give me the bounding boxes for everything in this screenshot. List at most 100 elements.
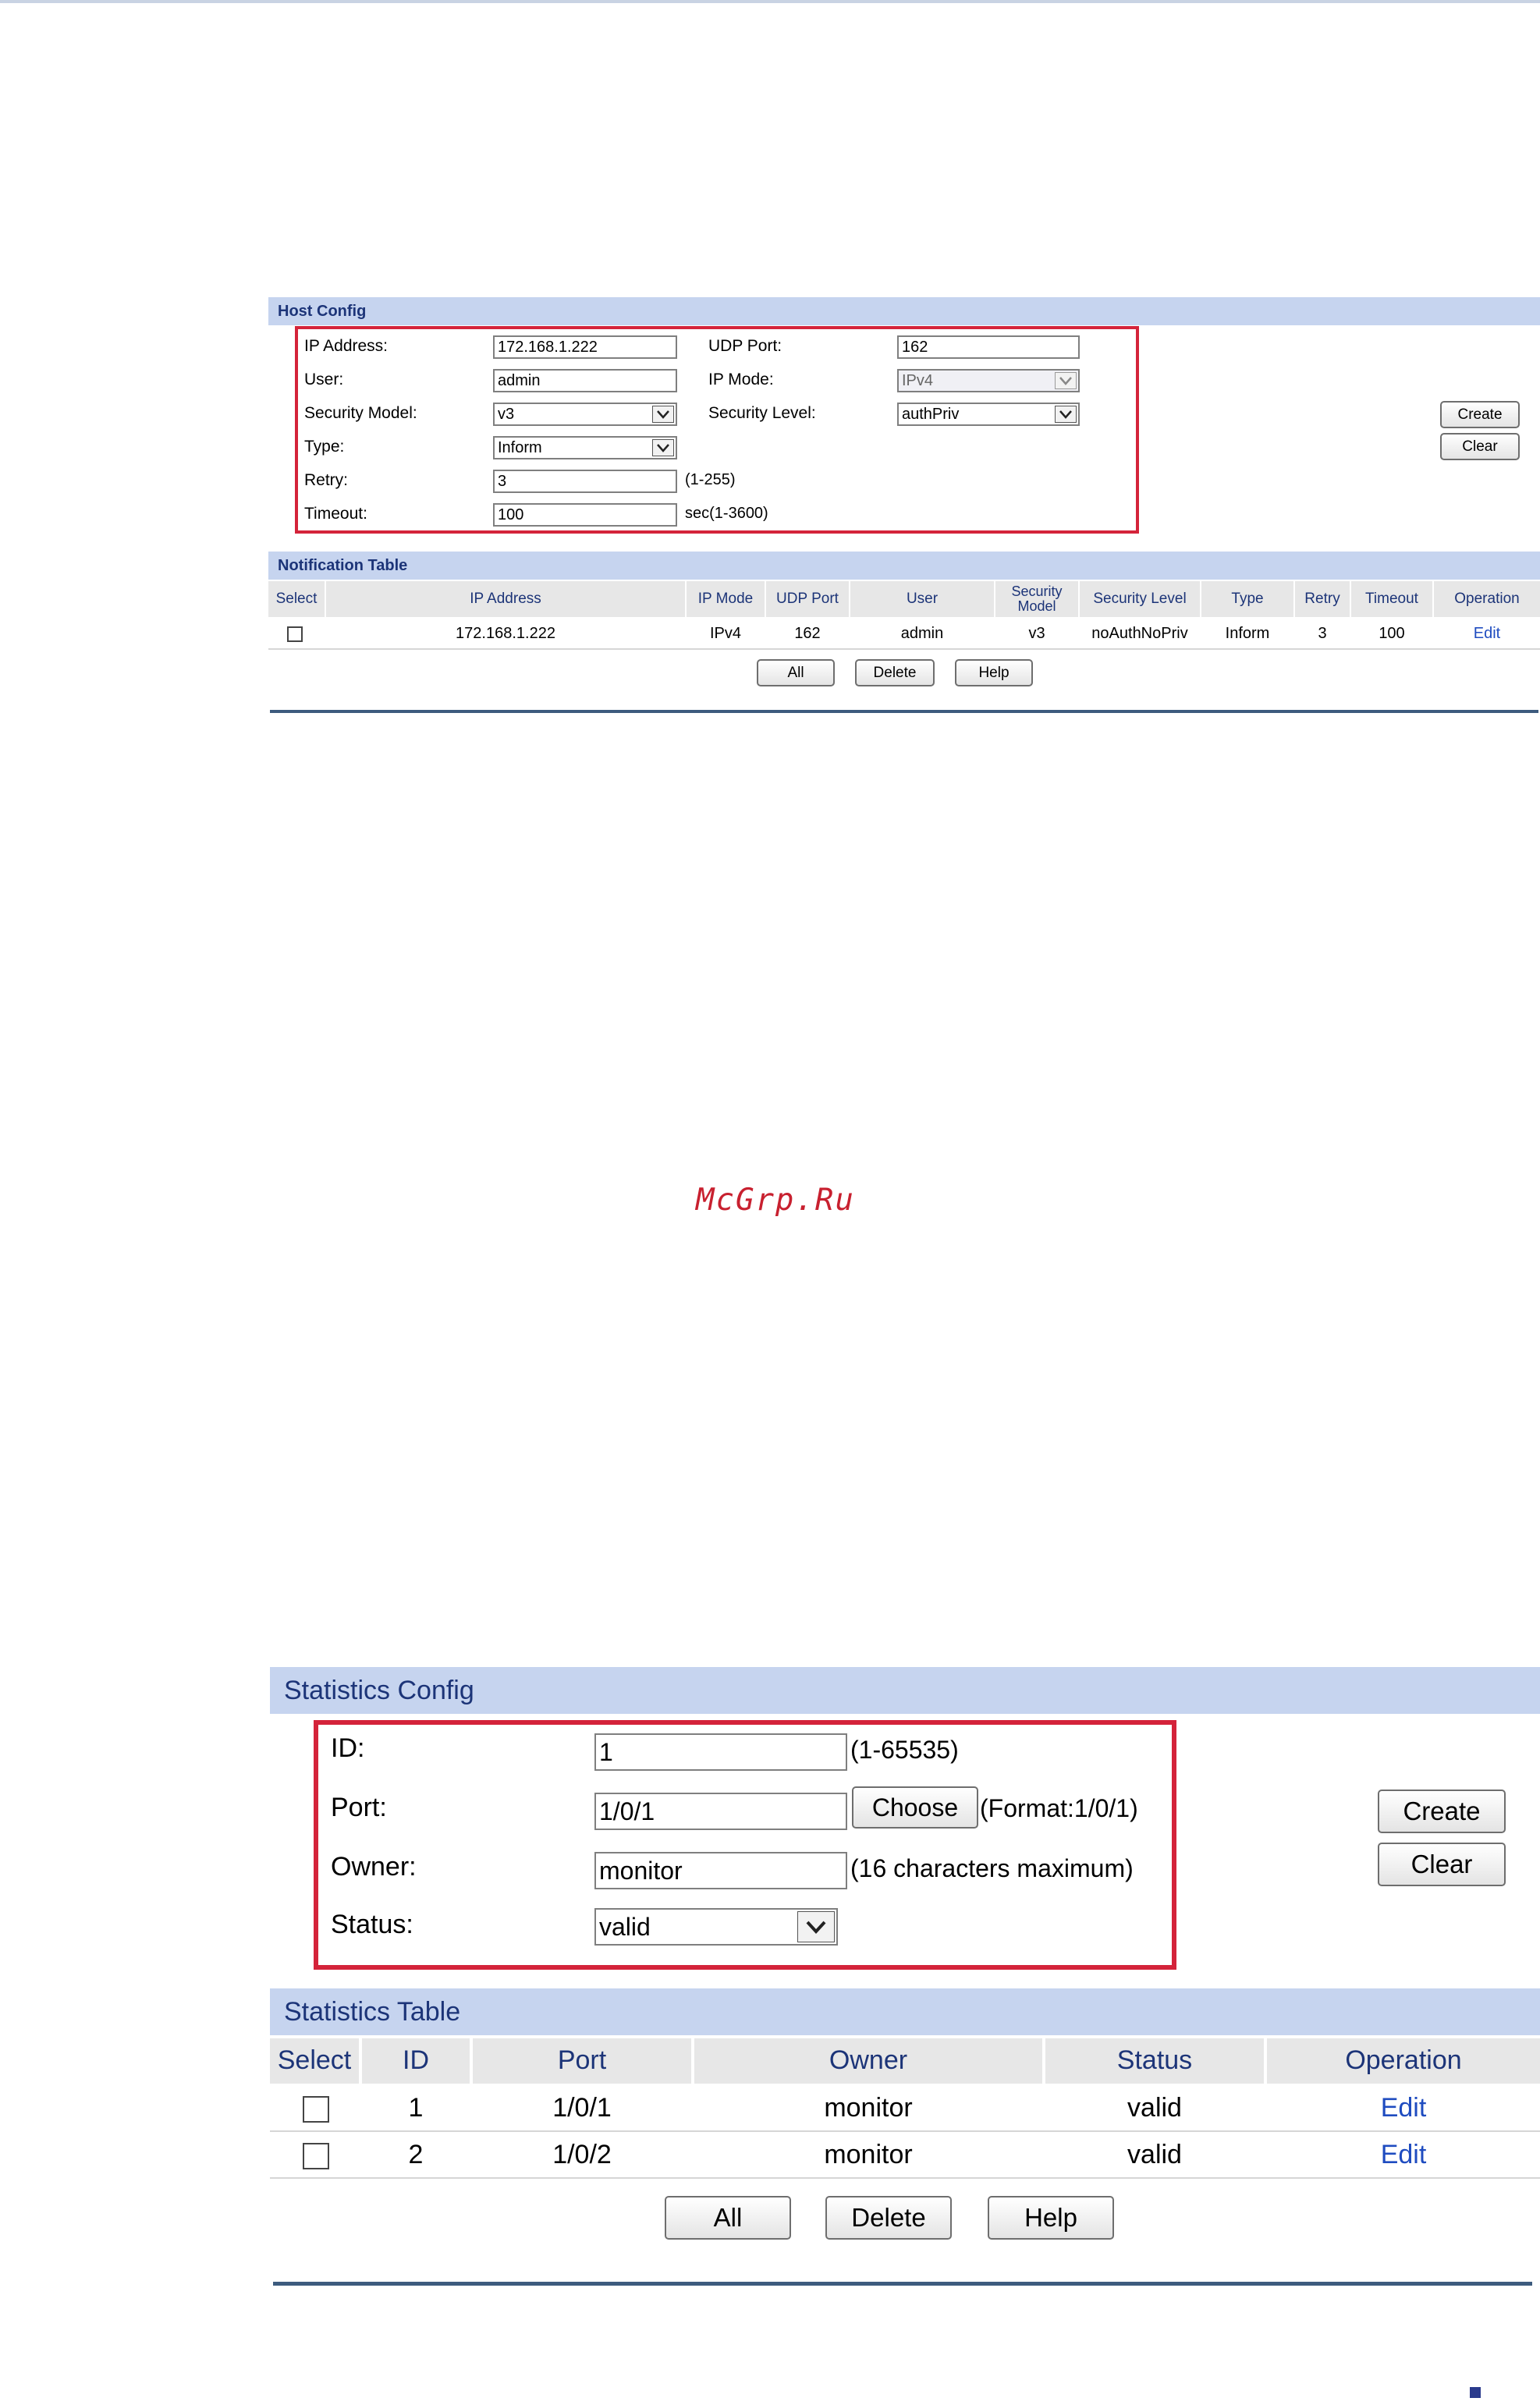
col-security-level: Security Level [1080,581,1200,617]
row-select-checkbox[interactable] [303,2096,329,2123]
retry-input[interactable]: 3 [493,470,677,493]
ip-address-value: 172.168.1.222 [498,338,598,356]
udp-port-input[interactable]: 162 [897,335,1080,359]
owner-label: Owner: [331,1852,417,1882]
section-bottom-rule [270,710,1538,713]
col-id: ID [362,2038,470,2084]
row-id: 1 [408,2092,424,2123]
retry-value: 3 [498,472,507,490]
col-owner: Owner [694,2038,1042,2084]
row-divider [268,648,1540,650]
owner-value: monitor [599,1856,683,1885]
row-status: valid [1127,2092,1182,2123]
row-edit-link[interactable]: Edit [1434,619,1540,648]
ip-mode-label: IP Mode: [708,371,774,388]
col-ip-address: IP Address [326,581,685,617]
ip-mode-select[interactable]: IPv4 [897,369,1080,392]
owner-input[interactable]: monitor [594,1852,847,1889]
row-ip-address: 172.168.1.222 [456,624,555,642]
security-level-select[interactable]: authPriv [897,403,1080,426]
table-row: 172.168.1.222 IPv4 162 admin v3 noAuthNo… [268,619,1540,648]
row-security-model: v3 [1028,624,1045,642]
col-retry: Retry [1295,581,1350,617]
port-hint: (Format:1/0/1) [980,1794,1138,1822]
choose-port-button[interactable]: Choose [852,1786,978,1829]
id-hint: (1-65535) [850,1736,959,1764]
row-user: admin [900,624,944,642]
statistics-config-header: Statistics Config [270,1667,1540,1714]
watermark-text: McGrp.Ru [696,1183,855,1218]
row-id: 2 [408,2139,424,2169]
col-select: Select [270,2038,359,2084]
user-value: admin [498,371,541,389]
type-select[interactable]: Inform [493,436,677,459]
timeout-hint: sec(1-3600) [685,505,768,522]
col-operation: Operation [1267,2038,1540,2084]
col-udp-port: UDP Port [766,581,849,617]
type-label: Type: [304,438,345,456]
statistics-table-title: Statistics Table [284,1996,461,2027]
page-top-rule [0,0,1540,3]
host-create-button[interactable]: Create [1440,401,1520,428]
udp-port-label: UDP Port: [708,337,782,355]
row-edit-link[interactable]: Edit [1267,2132,1540,2177]
row-owner: monitor [824,2139,913,2169]
security-model-value: v3 [498,405,515,423]
page-corner-mark [1470,2387,1481,2398]
col-timeout: Timeout [1351,581,1432,617]
col-port: Port [473,2038,691,2084]
col-security-model: Security Model [995,581,1078,617]
row-owner: monitor [824,2092,913,2123]
user-label: User: [304,371,344,388]
row-retry: 3 [1318,624,1327,642]
retry-hint: (1-255) [685,471,736,488]
statistics-clear-button[interactable]: Clear [1378,1843,1506,1886]
port-label: Port: [331,1793,387,1822]
section-bottom-rule [273,2282,1532,2286]
host-clear-button[interactable]: Clear [1440,433,1520,460]
udp-port-value: 162 [902,338,928,356]
row-edit-link[interactable]: Edit [1267,2085,1540,2130]
row-select-checkbox[interactable] [303,2143,329,2169]
ip-address-input[interactable]: 172.168.1.222 [493,335,677,359]
port-value: 1/0/1 [599,1797,655,1825]
col-user: User [850,581,994,617]
security-level-value: authPriv [902,405,960,423]
timeout-label: Timeout: [304,505,367,523]
host-config-header: Host Config [268,297,1540,325]
row-status: valid [1127,2139,1182,2169]
row-security-level: noAuthNoPriv [1091,624,1188,642]
id-input[interactable]: 1 [594,1733,847,1771]
timeout-input[interactable]: 100 [493,503,677,527]
table-row: 2 1/0/2 monitor valid Edit [270,2132,1540,2177]
notification-all-button[interactable]: All [757,659,835,686]
row-select-checkbox[interactable] [287,626,303,642]
statistics-delete-button[interactable]: Delete [825,2196,952,2240]
row-port: 1/0/2 [552,2139,612,2169]
row-divider [270,2177,1540,2179]
notification-delete-button[interactable]: Delete [855,659,935,686]
id-value: 1 [599,1737,613,1766]
statistics-all-button[interactable]: All [665,2196,791,2240]
ip-mode-value: IPv4 [902,371,934,389]
status-label: Status: [331,1910,413,1939]
retry-label: Retry: [304,471,349,489]
notification-help-button[interactable]: Help [955,659,1033,686]
port-input[interactable]: 1/0/1 [594,1793,847,1830]
statistics-help-button[interactable]: Help [988,2196,1114,2240]
chevron-down-icon [1055,372,1077,389]
status-select[interactable]: valid [594,1908,838,1946]
statistics-create-button[interactable]: Create [1378,1790,1506,1833]
timeout-value: 100 [498,505,524,523]
col-type: Type [1201,581,1293,617]
chevron-down-icon [652,406,674,423]
user-input[interactable]: admin [493,369,677,392]
owner-hint: (16 characters maximum) [850,1854,1134,1882]
row-udp-port: 162 [794,624,821,642]
status-value: valid [599,1912,651,1941]
type-value: Inform [498,438,542,456]
row-port: 1/0/1 [552,2092,612,2123]
chevron-down-icon [652,439,674,456]
security-model-select[interactable]: v3 [493,403,677,426]
table-row: 1 1/0/1 monitor valid Edit [270,2085,1540,2130]
